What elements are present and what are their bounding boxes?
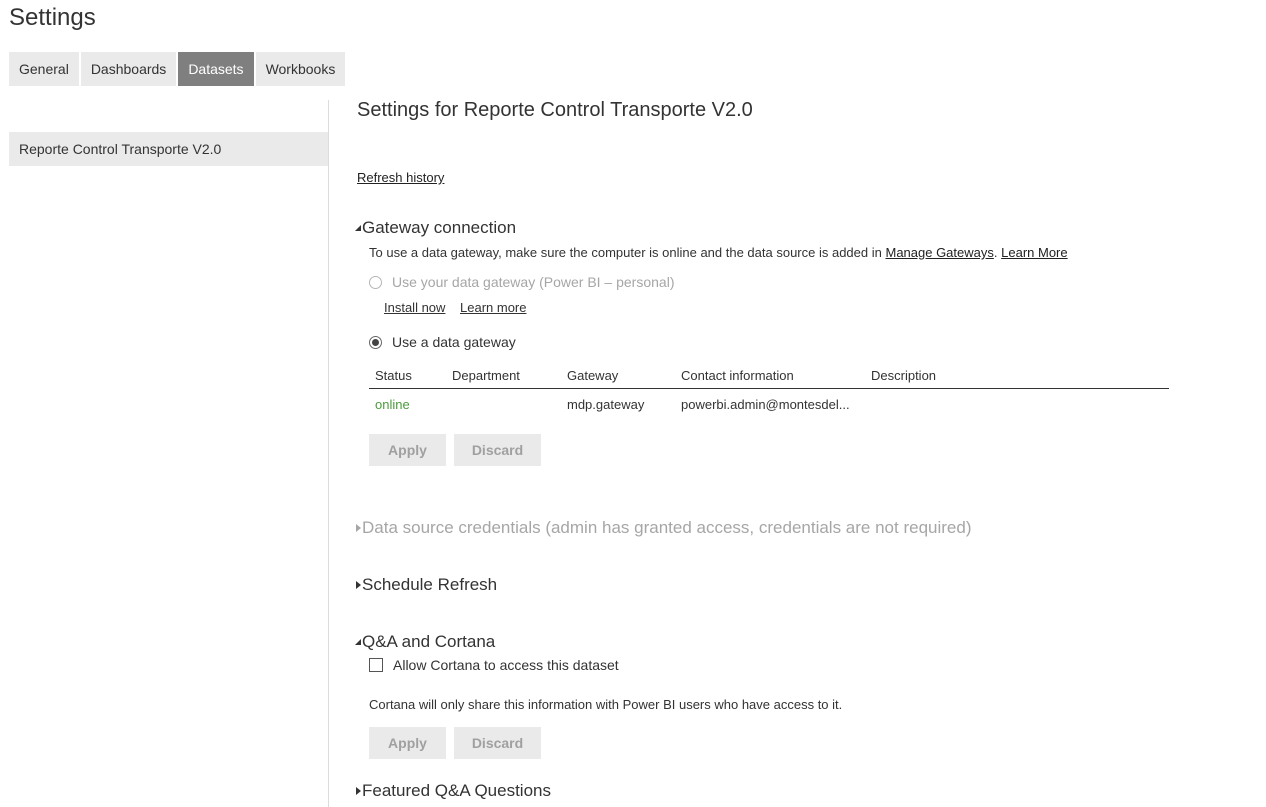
- featured-qa-header[interactable]: Featured Q&A Questions: [354, 781, 551, 801]
- data-gateway-label: Use a data gateway: [392, 334, 516, 350]
- refresh-history-link[interactable]: Refresh history: [357, 170, 444, 185]
- data-source-credentials-heading: Data source credentials (admin has grant…: [362, 518, 972, 537]
- tab-bar: General Dashboards Datasets Workbooks: [9, 52, 347, 86]
- allow-cortana-label: Allow Cortana to access this dataset: [393, 657, 619, 673]
- gateway-status: online: [375, 396, 410, 412]
- dataset-list: Reporte Control Transporte V2.0: [9, 132, 328, 166]
- qa-apply-button[interactable]: Apply: [369, 727, 446, 759]
- caret-collapsed-icon: [356, 787, 361, 795]
- allow-cortana-checkbox[interactable]: [369, 658, 383, 672]
- learn-more-link-top[interactable]: Learn More: [1001, 245, 1067, 260]
- gateway-connection-header[interactable]: Gateway connection: [354, 218, 516, 238]
- schedule-refresh-heading: Schedule Refresh: [362, 575, 498, 594]
- learn-more-link[interactable]: Learn more: [460, 300, 526, 315]
- data-gateway-option[interactable]: Use a data gateway: [369, 334, 516, 350]
- gateway-description: [865, 389, 1169, 420]
- gateway-connection-heading: Gateway connection: [362, 218, 517, 237]
- caret-collapsed-icon: [356, 581, 361, 589]
- col-department: Department: [446, 362, 561, 389]
- allow-cortana-option[interactable]: Allow Cortana to access this dataset: [369, 657, 619, 673]
- panel-divider: [328, 100, 329, 807]
- gateway-note: To use a data gateway, make sure the com…: [369, 245, 1068, 260]
- gateway-name: mdp.gateway: [567, 396, 645, 412]
- col-status: Status: [369, 362, 446, 389]
- tab-dashboards[interactable]: Dashboards: [80, 52, 177, 86]
- col-description: Description: [865, 362, 1169, 389]
- dataset-list-item[interactable]: Reporte Control Transporte V2.0: [9, 132, 328, 166]
- data-source-credentials-header[interactable]: Data source credentials (admin has grant…: [354, 518, 972, 538]
- manage-gateways-link[interactable]: Manage Gateways: [885, 245, 993, 260]
- schedule-refresh-header[interactable]: Schedule Refresh: [354, 575, 497, 595]
- gateway-apply-button[interactable]: Apply: [369, 434, 446, 466]
- gateway-discard-button[interactable]: Discard: [454, 434, 541, 466]
- tab-general[interactable]: General: [9, 52, 79, 86]
- table-row[interactable]: online mdp.gateway powerbi.admin@montesd…: [369, 389, 1169, 420]
- page-title: Settings: [9, 4, 96, 31]
- install-now-link[interactable]: Install now: [384, 300, 445, 315]
- personal-gateway-label: Use your data gateway (Power BI – person…: [392, 274, 675, 290]
- qa-cortana-heading: Q&A and Cortana: [362, 632, 496, 651]
- radio-personal-gateway[interactable]: [369, 275, 382, 289]
- radio-data-gateway[interactable]: [369, 335, 382, 349]
- col-contact: Contact information: [675, 362, 865, 389]
- caret-collapsed-icon: [356, 524, 361, 532]
- qa-discard-button[interactable]: Discard: [454, 727, 541, 759]
- personal-gateway-option[interactable]: Use your data gateway (Power BI – person…: [369, 274, 674, 290]
- settings-title: Settings for Reporte Control Transporte …: [357, 99, 753, 121]
- featured-qa-heading: Featured Q&A Questions: [362, 781, 551, 800]
- gateway-contact: powerbi.admin@montesdel...: [681, 396, 850, 412]
- gateway-department: [446, 389, 561, 420]
- caret-expanded-icon: [355, 225, 361, 231]
- tab-workbooks[interactable]: Workbooks: [255, 52, 346, 86]
- col-gateway: Gateway: [561, 362, 675, 389]
- caret-expanded-icon: [355, 639, 361, 645]
- qa-cortana-header[interactable]: Q&A and Cortana: [354, 632, 495, 652]
- tab-datasets[interactable]: Datasets: [178, 52, 254, 86]
- cortana-note: Cortana will only share this information…: [369, 697, 843, 712]
- gateway-table: Status Department Gateway Contact inform…: [369, 362, 1169, 419]
